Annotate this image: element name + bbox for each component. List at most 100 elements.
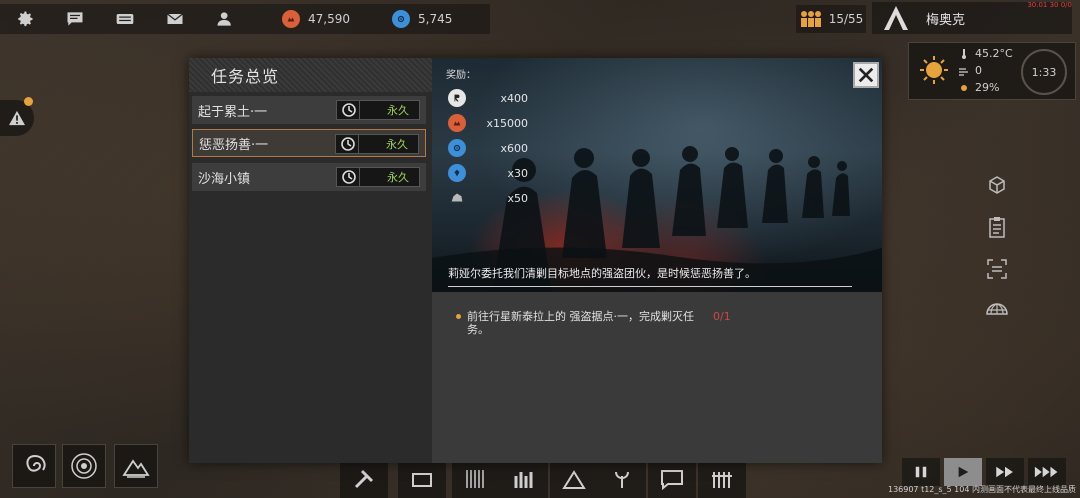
structure-tool-button[interactable]: [398, 460, 446, 498]
temperature-value: 45.2°C: [975, 47, 1013, 60]
wall-tool-button[interactable]: [452, 460, 500, 498]
mail-button[interactable]: [150, 4, 200, 34]
reward-amount: x600: [500, 141, 528, 155]
bars-icon: [514, 472, 533, 488]
fence-tool-button[interactable]: [698, 460, 746, 498]
production-tool-button[interactable]: [500, 460, 548, 498]
quest-item-3[interactable]: 沙海小镇 永久: [192, 163, 426, 191]
weather-panel[interactable]: 45.2°C 0 29% 1:33: [908, 42, 1076, 100]
thermometer-icon: [962, 48, 966, 59]
reward-item-5: x50: [448, 189, 528, 207]
fastest-forward-button[interactable]: [1028, 458, 1066, 486]
clock-time: 1:33: [1031, 65, 1057, 79]
reward-item-2: x15000: [448, 114, 528, 132]
profile-button[interactable]: [200, 4, 250, 34]
reward-item-4: x30: [448, 164, 528, 182]
close-button[interactable]: [853, 62, 879, 88]
pause-button[interactable]: [902, 458, 940, 486]
quest-name: 惩恶扬善·一: [199, 137, 269, 153]
temperature-line: 45.2°C: [959, 47, 1013, 60]
quest-list-panel: 任务总览 起于累土·一 永久 惩恶扬善·一 永久 沙海小镇 永久: [189, 58, 432, 463]
mail-icon: [167, 13, 183, 24]
cube-rotate-icon[interactable]: [984, 172, 1010, 198]
quest-duration-badge: 永久: [336, 100, 420, 120]
play-button[interactable]: [944, 458, 982, 486]
population-display[interactable]: 15/55: [796, 5, 866, 33]
resource-group: 47,590 5,745: [258, 4, 478, 34]
modal-title-bar: 任务总览: [189, 58, 432, 92]
timer-icon: [341, 137, 355, 151]
quest-duration-badge: 永久: [335, 134, 419, 154]
sun-small-icon: [961, 84, 967, 91]
blue-emblem-icon: [448, 164, 466, 182]
zone-tool-button[interactable]: [550, 460, 598, 498]
terrain-button[interactable]: [114, 444, 158, 488]
timer-icon: [342, 103, 356, 117]
play-icon: [958, 466, 969, 478]
population-value: 15/55: [828, 12, 864, 26]
quest-item-2[interactable]: 惩恶扬善·一 永久: [192, 129, 426, 157]
resource-red: 47,590: [258, 6, 368, 32]
objective-progress: 0/1: [713, 310, 731, 323]
alert-notification-dot: [24, 97, 33, 106]
humidity-line: 29%: [959, 81, 999, 94]
mountain-icon: [122, 459, 150, 478]
objective-text: 前往行星新泰拉上的 强盗据点·一，完成剿灭任务。: [467, 310, 694, 336]
red-resource-icon: [448, 114, 466, 132]
quest-status: 永久: [387, 104, 409, 117]
objective-bullet: [456, 314, 461, 319]
reward-amount: x30: [507, 166, 528, 180]
settings-button[interactable]: [0, 4, 50, 34]
zone-icon: [562, 470, 586, 489]
red-resource-icon: [282, 10, 300, 28]
wind-line: 0: [959, 64, 982, 77]
quest-name: 沙海小镇: [198, 171, 251, 187]
chat-icon: [67, 12, 83, 26]
reward-amount: x50: [507, 191, 528, 205]
quest-overview-modal: 任务总览 起于累土·一 永久 惩恶扬善·一 永久 沙海小镇 永久 奖励： x40…: [189, 58, 882, 463]
fast-forward-button[interactable]: [986, 458, 1024, 486]
resource-blue-value: 5,745: [418, 12, 453, 26]
quest-status: 永久: [386, 138, 408, 151]
faction-logo-icon: [884, 6, 908, 30]
quest-name: 起于累土·一: [198, 104, 268, 120]
build-tool-button[interactable]: [340, 460, 388, 498]
clipboard-icon[interactable]: [984, 214, 1010, 240]
gear-icon: [18, 11, 33, 27]
plant-tool-button[interactable]: [598, 460, 646, 498]
population-icon: [800, 11, 821, 27]
game-clock: 1:33: [1021, 49, 1067, 95]
reward-title: 奖励：: [446, 70, 476, 81]
fast-forward-icon: [996, 466, 1013, 478]
quest-item-1[interactable]: 起于累土·一 永久: [192, 96, 426, 124]
reward-amount: x15000: [486, 116, 528, 130]
wind-icon: [959, 67, 968, 76]
person-icon: [217, 12, 231, 26]
quest-duration-badge: 永久: [336, 167, 420, 187]
quest-status: 永久: [387, 171, 409, 184]
planet-system-button[interactable]: [62, 444, 106, 488]
globe-icon[interactable]: [984, 296, 1010, 322]
pause-icon: [915, 466, 927, 478]
scan-icon[interactable]: [984, 256, 1010, 282]
galaxy-button[interactable]: [12, 444, 56, 488]
quest-story-text: 莉娅尔委托我们清剿目标地点的强盗团伙，是时候惩恶扬善了。: [448, 267, 756, 280]
structure-icon: [412, 473, 432, 487]
keyboard-button[interactable]: [100, 4, 150, 34]
plant-icon: [615, 471, 629, 488]
chat-button[interactable]: [50, 4, 100, 34]
resource-red-value: 47,590: [308, 12, 350, 26]
blue-resource-icon: [392, 10, 410, 28]
fence-icon: [712, 472, 732, 488]
r-token-icon: [448, 89, 466, 107]
wind-value: 0: [975, 64, 982, 77]
objective-panel: 前往行星新泰拉上的 强盗据点·一，完成剿灭任务。 0/1: [432, 292, 882, 463]
message-tool-button[interactable]: [648, 460, 696, 498]
reward-amount: x400: [500, 91, 528, 105]
resource-blue: 5,745: [368, 6, 478, 32]
keyboard-icon: [116, 14, 134, 24]
wall-icon: [466, 470, 484, 488]
stone-icon: [448, 189, 466, 207]
build-info-note: 136907 t12_s_5 104 内测画面不代表最终上线品质: [887, 485, 1076, 494]
quest-illustration: 奖励： x400 x15000 x600 x30 x50 莉娅尔委托我们清剿目标…: [432, 58, 882, 292]
